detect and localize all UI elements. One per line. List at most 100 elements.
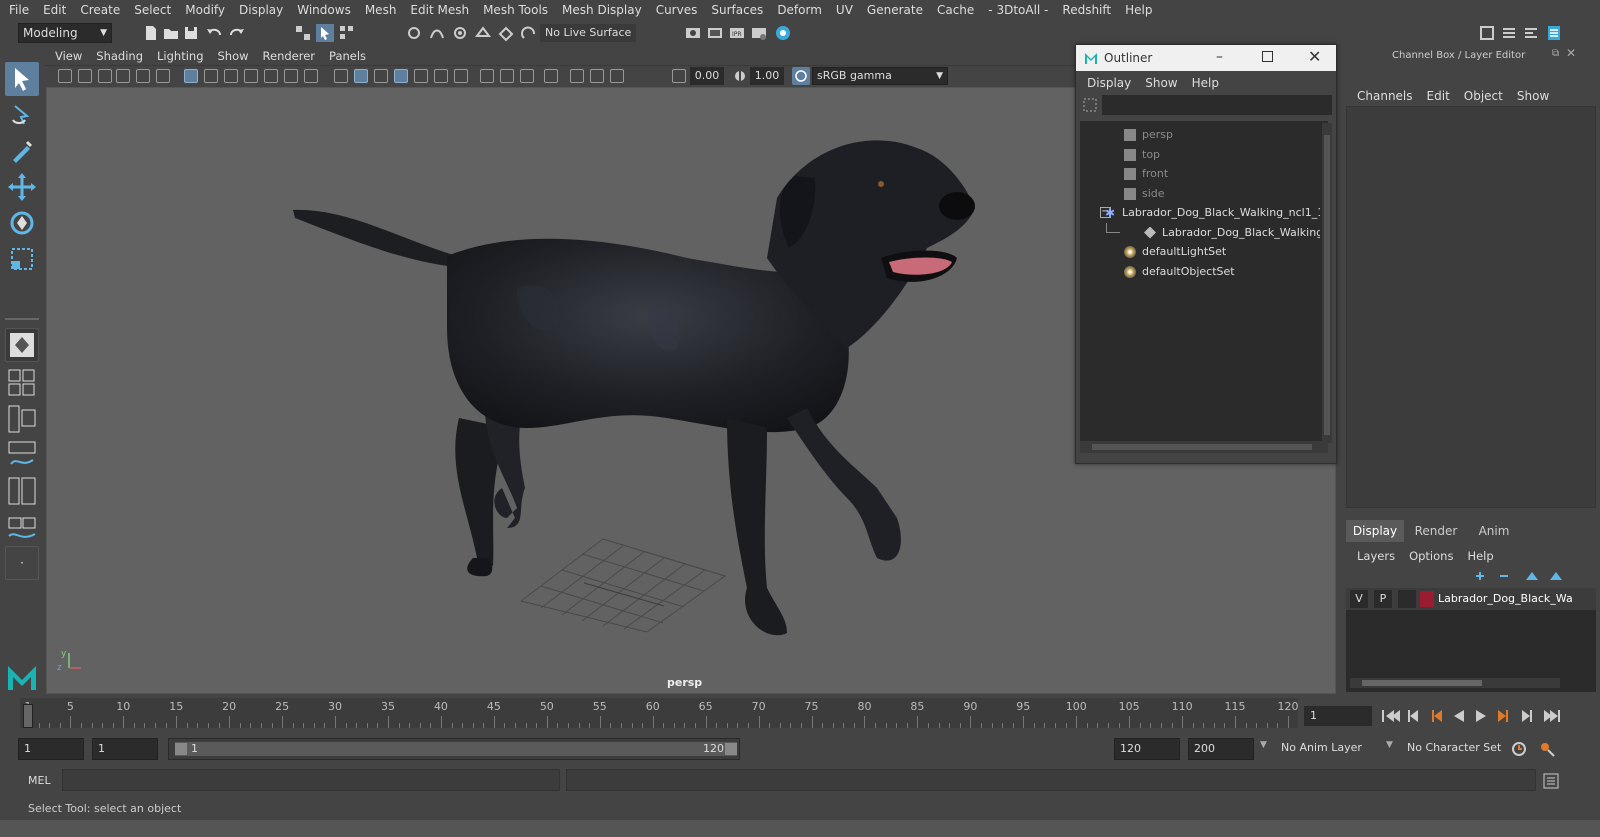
current-frame-field[interactable]: 1 <box>1304 706 1372 726</box>
ipr-render-icon[interactable]: IPR <box>728 24 746 42</box>
workspace-icon[interactable] <box>1478 24 1496 42</box>
select-component-icon[interactable] <box>338 24 356 42</box>
use-all-lights-icon[interactable] <box>414 69 428 83</box>
shadows-icon[interactable] <box>434 69 448 83</box>
outliner-tree[interactable]: persp top front side − ✱ Labrador_Dog_Black_Wa… <box>1080 121 1328 451</box>
menu-surfaces[interactable]: Surfaces <box>704 0 770 20</box>
menu-mesh[interactable]: Mesh <box>358 0 404 20</box>
range-slider-handle[interactable] <box>175 742 737 756</box>
lasso-tool[interactable] <box>5 98 39 132</box>
outliner-window[interactable]: Outliner – ✕ Display Show Help persp top fro… <box>1075 44 1337 464</box>
command-input[interactable] <box>62 769 560 791</box>
outliner-item-front[interactable]: front <box>1080 164 1320 183</box>
film-gate-icon[interactable] <box>204 69 218 83</box>
outliner-item-labrador-dog-black-walking-0[interactable]: Labrador_Dog_Black_Walking_0 <box>1080 222 1320 242</box>
layer-visibility-toggle[interactable]: V <box>1350 590 1368 608</box>
safe-title-icon[interactable] <box>304 69 318 83</box>
resolution-gate-icon[interactable] <box>224 69 238 83</box>
minimize-icon[interactable]: – <box>1216 45 1223 69</box>
time-slider[interactable]: 1510152025303540455055606570758085909510… <box>0 696 1600 734</box>
menu-generate[interactable]: Generate <box>860 0 930 20</box>
save-scene-icon[interactable] <box>182 24 200 42</box>
outliner-vertical-scrollbar[interactable] <box>1322 123 1332 443</box>
attribute-editor-icon[interactable] <box>1522 24 1540 42</box>
camera-exposure-icon[interactable] <box>672 69 686 83</box>
menu-file[interactable]: File <box>2 0 36 20</box>
outliner-layout[interactable] <box>5 402 39 436</box>
menu-cache[interactable]: Cache <box>930 0 981 20</box>
channel-menu-channels[interactable]: Channels <box>1350 86 1420 106</box>
snap-curve-icon[interactable] <box>428 24 446 42</box>
uv-editor-layout[interactable] <box>5 512 39 546</box>
auto-key-icon[interactable] <box>1510 740 1528 758</box>
menu-mesh-display[interactable]: Mesh Display <box>555 0 649 20</box>
new-scene-icon[interactable] <box>142 24 160 42</box>
select-camera-icon[interactable] <box>58 69 72 83</box>
panel-menu-lighting[interactable]: Lighting <box>150 46 210 66</box>
isolate-select-icon[interactable] <box>544 69 558 83</box>
two-d-pan-icon[interactable] <box>136 69 150 83</box>
scale-tool[interactable] <box>5 242 39 276</box>
layer-name[interactable]: Labrador_Dog_Black_Wa <box>1438 588 1573 610</box>
screen-space-ao-icon[interactable] <box>454 69 468 83</box>
filter-icon[interactable] <box>1082 97 1098 113</box>
range-slider-bar[interactable]: 1 120 <box>168 738 740 760</box>
panel-menu-show[interactable]: Show <box>211 46 256 66</box>
outliner-menu-help[interactable]: Help <box>1185 73 1226 93</box>
menu-display[interactable]: Display <box>232 0 290 20</box>
outliner-menu-show[interactable]: Show <box>1138 73 1184 93</box>
grease-pencil-icon[interactable] <box>156 69 170 83</box>
outliner-item-persp[interactable]: persp <box>1080 125 1320 144</box>
backface-culling-icon[interactable] <box>610 69 624 83</box>
character-set-dropdown[interactable]: No Character Set <box>1402 738 1508 760</box>
range-end-grip[interactable] <box>725 743 737 755</box>
outliner-item-side[interactable]: side <box>1080 184 1320 203</box>
mode-selector[interactable]: Modeling ▼ <box>18 23 112 43</box>
maya-logo[interactable] <box>5 660 39 694</box>
menu-uv[interactable]: UV <box>829 0 860 20</box>
xray-joints-icon[interactable] <box>590 69 604 83</box>
menu-create[interactable]: Create <box>73 0 127 20</box>
layer-playback-toggle[interactable]: P <box>1374 590 1392 608</box>
chevron-down-icon[interactable]: ▼ <box>1260 740 1267 750</box>
exposure-field[interactable]: 0.00 <box>690 67 724 85</box>
make-live-icon[interactable] <box>520 24 538 42</box>
wireframe-icon[interactable] <box>334 69 348 83</box>
gate-mask-icon[interactable] <box>244 69 258 83</box>
menu-windows[interactable]: Windows <box>290 0 358 20</box>
outliner-item-top[interactable]: top <box>1080 145 1320 164</box>
multisample-aa-icon[interactable] <box>500 69 514 83</box>
anim-layer-dropdown[interactable]: No Anim Layer <box>1276 738 1394 760</box>
gamma-field[interactable]: 1.00 <box>750 67 784 85</box>
redo-icon[interactable] <box>228 24 246 42</box>
current-time-indicator[interactable] <box>23 704 33 728</box>
animation-end-field[interactable]: 200 <box>1188 738 1254 760</box>
layer-menu-layers[interactable]: Layers <box>1350 546 1402 566</box>
panel-menu-renderer[interactable]: Renderer <box>256 46 323 66</box>
animation-preferences-icon[interactable] <box>1538 740 1556 758</box>
outliner-titlebar[interactable]: Outliner – ✕ <box>1076 45 1336 71</box>
channel-box-body[interactable] <box>1346 106 1596 508</box>
menu-edit-mesh[interactable]: Edit Mesh <box>403 0 476 20</box>
select-hierarchy-icon[interactable] <box>294 24 312 42</box>
display-layer-list[interactable]: V P Labrador_Dog_Black_Wa <box>1346 588 1596 692</box>
menu-edit[interactable]: Edit <box>36 0 73 20</box>
tab-anim[interactable]: Anim <box>1468 520 1520 542</box>
hypershade-icon[interactable] <box>774 24 792 42</box>
layout-icon[interactable] <box>1500 24 1518 42</box>
time-ruler[interactable]: 1510152025303540455055606570758085909510… <box>20 698 1299 728</box>
menu-select[interactable]: Select <box>127 0 178 20</box>
render-view-icon[interactable] <box>750 24 768 42</box>
outliner-menu-display[interactable]: Display <box>1080 73 1138 93</box>
close-panel-icon[interactable]: ✕ <box>1566 46 1576 60</box>
xray-icon[interactable] <box>570 69 584 83</box>
close-icon[interactable]: ✕ <box>1308 45 1321 69</box>
camera-attributes-icon[interactable] <box>78 69 92 83</box>
smooth-shade-icon[interactable] <box>354 69 368 83</box>
paint-select-tool[interactable] <box>5 134 39 168</box>
playback-end-field[interactable]: 120 <box>1114 738 1180 760</box>
panel-menu-panels[interactable]: Panels <box>322 46 373 66</box>
menu-mesh-tools[interactable]: Mesh Tools <box>476 0 555 20</box>
bookmark-icon[interactable] <box>98 69 112 83</box>
menu-curves[interactable]: Curves <box>649 0 705 20</box>
